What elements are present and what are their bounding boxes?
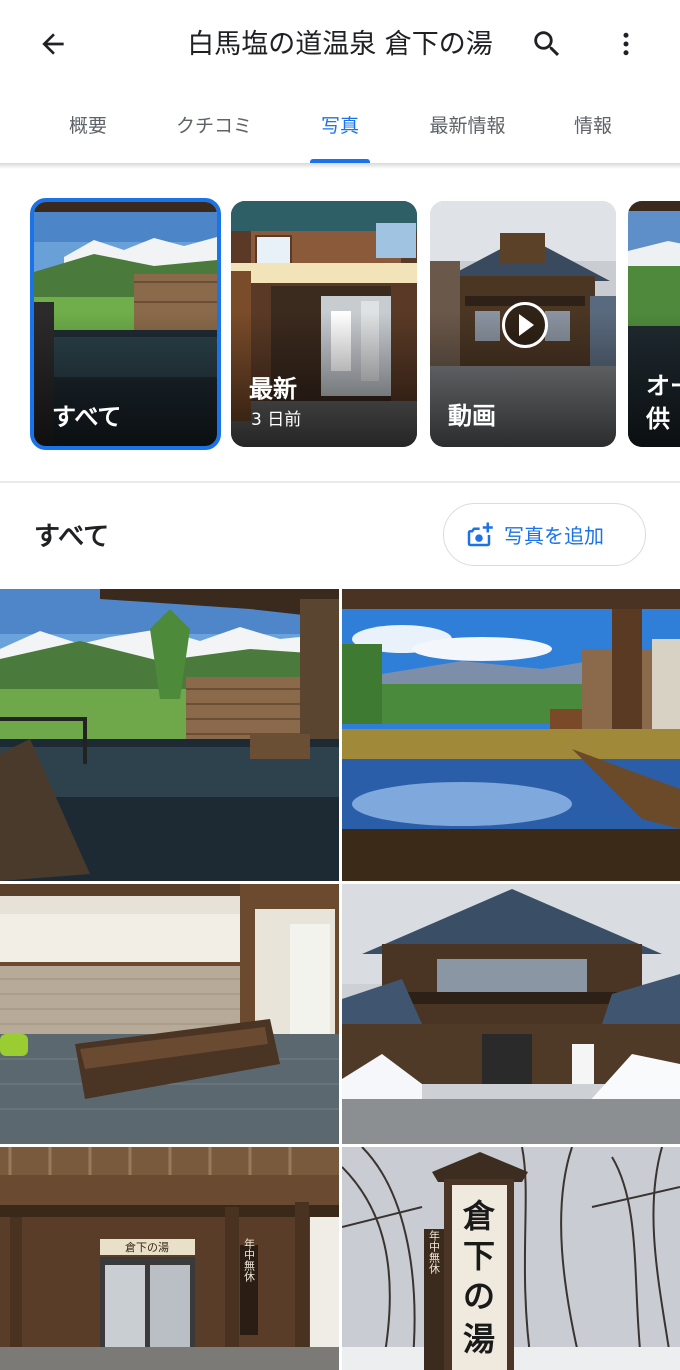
tab-bar-shadow: [0, 163, 680, 169]
tab-bar: 概要 クチコミ 写真 最新情報 情報: [0, 95, 680, 163]
photo-tile[interactable]: [0, 589, 339, 881]
photo-indoor-bath: [0, 884, 339, 1144]
photo-tile[interactable]: [342, 884, 680, 1144]
category-label: すべて: [52, 403, 122, 431]
tab-label: 情報: [573, 115, 612, 137]
tab-label: 写真: [320, 115, 359, 137]
add-photo-button[interactable]: 写真を追加: [443, 503, 646, 566]
more-vert-icon: [623, 32, 629, 56]
tab-about[interactable]: 情報: [548, 95, 638, 163]
section-title: すべて: [34, 522, 110, 552]
sign-char-3: の: [463, 1277, 495, 1315]
photo-bath-reflection: [342, 589, 680, 881]
play-icon: [502, 302, 548, 348]
photo-tile[interactable]: 倉下の湯 年中無休: [0, 1147, 339, 1370]
category-latest[interactable]: 最新 3 日前: [231, 201, 417, 447]
section-divider: [0, 481, 680, 483]
photo-category-carousel[interactable]: すべて 最新 3 日前 動画 オ 供: [0, 198, 680, 453]
sign-char-1: 倉: [462, 1197, 496, 1235]
sign-small-text: 年中無休: [428, 1229, 441, 1275]
category-label: 動画: [448, 402, 496, 430]
category-owner[interactable]: オー 供: [628, 201, 680, 447]
photo-sign-post: 倉 下 の 湯 年中無休: [342, 1147, 680, 1370]
add-photo-icon: [467, 522, 493, 546]
sign-year-round: 年中無休: [243, 1237, 256, 1283]
add-photo-label: 写真を追加: [504, 524, 604, 548]
sign-char-4: 湯: [463, 1320, 495, 1358]
category-label-line2: 供: [646, 405, 670, 433]
photo-entrance: 倉下の湯 年中無休: [0, 1147, 339, 1370]
sign-char-2: 下: [463, 1237, 495, 1275]
category-all[interactable]: すべて: [30, 198, 221, 450]
back-button[interactable]: [29, 20, 77, 68]
tab-updates[interactable]: 最新情報: [410, 95, 525, 163]
search-icon: [534, 31, 560, 57]
tab-overview[interactable]: 概要: [38, 95, 138, 163]
top-app-bar: 白馬塩の道温泉 倉下の湯: [0, 0, 680, 90]
category-label: 最新: [249, 375, 297, 403]
photo-tile[interactable]: [0, 884, 339, 1144]
search-button[interactable]: [523, 20, 571, 68]
photo-building-exterior: [342, 884, 680, 1144]
arrow-back-icon: [42, 33, 64, 55]
photo-tile[interactable]: [342, 589, 680, 881]
category-video[interactable]: 動画: [430, 201, 616, 447]
category-sublabel: 3 日前: [251, 410, 302, 430]
tab-reviews[interactable]: クチコミ: [158, 95, 270, 163]
tab-label: 最新情報: [429, 115, 506, 137]
page-title: 白馬塩の道温泉 倉下の湯: [187, 29, 493, 60]
tab-photos[interactable]: 写真: [296, 95, 384, 163]
photo-tile[interactable]: 倉 下 の 湯 年中無休: [342, 1147, 680, 1370]
category-label: オー: [646, 372, 680, 400]
shop-sign-text: 倉下の湯: [125, 1240, 169, 1254]
tab-label: 概要: [68, 115, 107, 137]
photo-outdoor-bath-mountains: [0, 589, 339, 881]
tab-label: クチコミ: [175, 115, 252, 137]
more-options-button[interactable]: [602, 20, 650, 68]
